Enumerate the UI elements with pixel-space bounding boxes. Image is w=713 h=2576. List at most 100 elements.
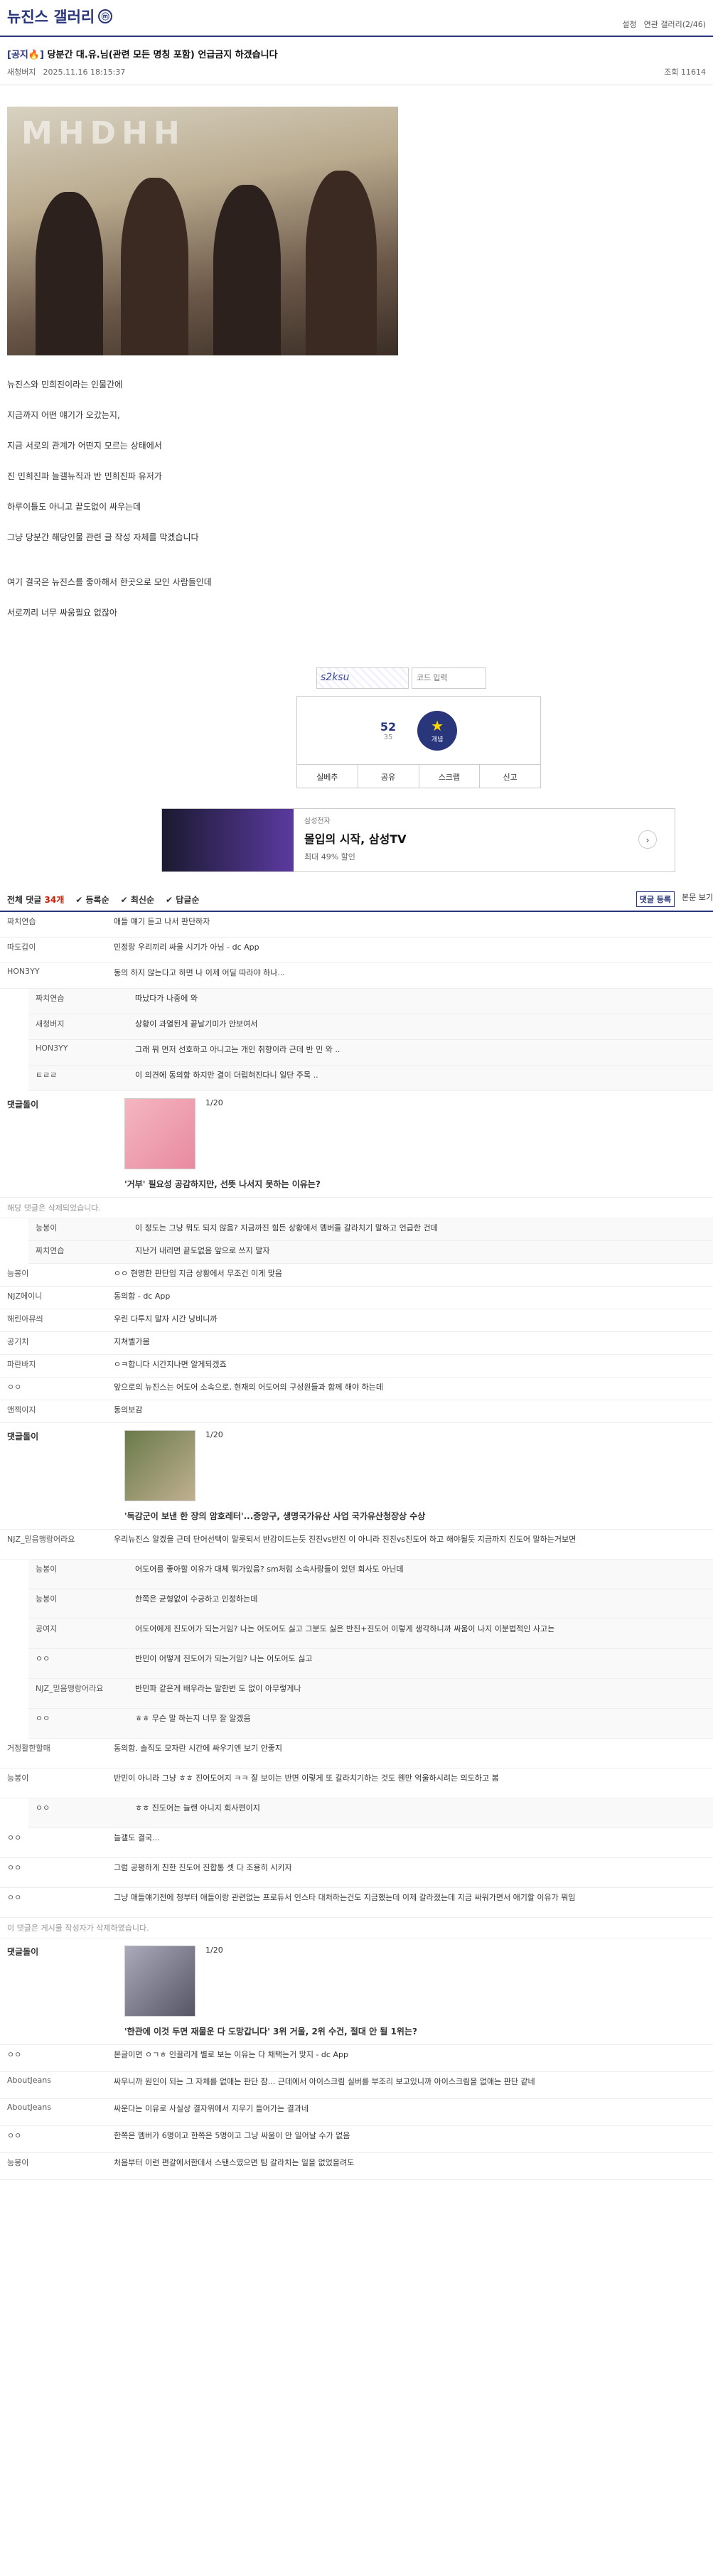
vote-box: 52 35 ★ 개념 실베추 공유 스크랩 신고 bbox=[296, 696, 541, 788]
comment-nick[interactable]: ㅇㅇ bbox=[0, 1862, 114, 1884]
comment-nick[interactable]: NJZ_믿음맹랑어라요 bbox=[0, 1533, 114, 1555]
post-body: 뉴진스와 민희진이라는 인물간에 지금까지 어떤 얘기가 오갔는지, 지금 서로의 … bbox=[7, 380, 212, 618]
comment-nick[interactable]: ㅇㅇ bbox=[28, 1712, 135, 1734]
view-body-link[interactable]: 본문 보기 bbox=[682, 891, 713, 907]
comment-text: 반민이 아니라 그냥 ㅎㅎ 진어도어지 ㅋㅋ 잘 보이는 반면 이렇게 또 갈라… bbox=[114, 1773, 499, 1783]
post-title: [공지🔥] 당분간 대.유.님(관련 모든 명칭 포함) 언급금지 하겠습니다 bbox=[7, 50, 278, 60]
comment-text: 상황이 과열된게 끝날기미가 안보여서 bbox=[135, 1019, 258, 1029]
comment-row: ㅇㅇ 한쪽은 멤버가 6명이고 한쪽은 5명이고 그냥 싸움이 안 일어날 수가 … bbox=[0, 2126, 713, 2153]
post-meta: 새청버지 2025.11.16 18:15:37 조회 11614 bbox=[0, 66, 713, 85]
comment-nick[interactable]: NJZ_믿음맹랑어라요 bbox=[28, 1683, 135, 1705]
comment-nick[interactable]: NJZ에이니 bbox=[0, 1290, 114, 1305]
comment-row: NJZ_믿음맹랑어라요 반민파 같은게 배우라는 말한번 도 없이 아무렇게나 bbox=[28, 1679, 713, 1709]
comment-text: 이 정도는 그냥 뭐도 되지 않음? 지금까진 힘든 상황에서 멤버들 갈라치기… bbox=[135, 1223, 438, 1233]
sort-reply[interactable]: ✔ 답글순 bbox=[166, 893, 199, 906]
comment-text: 애들 얘기 듣고 나서 판단하자 bbox=[114, 917, 210, 926]
deleted-note: 해당 댓글은 삭제되었습니다. bbox=[0, 1198, 713, 1218]
comment-text: 싸우니까 원인이 되는 그 자체를 없애는 판단 참... 근데에서 아이스크림… bbox=[114, 2077, 535, 2086]
comment-nick[interactable]: ㅇㅇ bbox=[0, 1381, 114, 1396]
comment-row: AboutJeans 싸운다는 이유로 사실상 결자위에서 지우기 들어가는 결과… bbox=[0, 2099, 713, 2126]
comment-nick[interactable]: 파란바지 bbox=[0, 1358, 114, 1373]
comment-text: 민정랑 우리끼리 싸울 시기가 아님 - dc App bbox=[114, 943, 259, 952]
ad-banner[interactable]: 삼성전자 몰입의 시작, 삼성TV 최대 49% 할인 › bbox=[161, 808, 675, 872]
gallery-title[interactable]: 뉴진스 갤러리 ⓜ bbox=[7, 6, 113, 27]
comment-row: ㅇㅇ 앞으로의 뉴진스는 어도어 소속으로, 현재의 어도어의 구성원들과 함께 … bbox=[0, 1378, 713, 1400]
comment-row: ㅇㅇ 그럼 공평하게 친한 진도어 진합통 셋 다 조용히 시키자 bbox=[0, 1858, 713, 1888]
comment-row: 거정활한할매 동의함. 솔직도 모자란 시간에 싸우기엔 보기 안좋지 bbox=[0, 1739, 713, 1769]
comment-row: 능봉이 이 정도는 그냥 뭐도 되지 않음? 지금까진 힘든 상황에서 멤버들 갈… bbox=[28, 1218, 713, 1241]
comment-nick[interactable]: 해린아뮤씌 bbox=[0, 1313, 114, 1328]
comment-nick[interactable]: 공여지 bbox=[28, 1623, 135, 1645]
comment-nick[interactable]: ㅇㅇ bbox=[0, 2130, 114, 2149]
comment-nick[interactable]: 능봉이 bbox=[0, 1772, 114, 1794]
comment-row: 능봉이 ㅇㅇ 현명한 판단임 지금 상황에서 무조건 이게 맞음 bbox=[0, 1264, 713, 1287]
comment-nick[interactable]: 공기치 bbox=[0, 1336, 114, 1351]
comment-nick[interactable]: 능봉이 bbox=[0, 2157, 114, 2176]
comment-nick[interactable]: 능봉이 bbox=[28, 1222, 135, 1237]
scrap-button[interactable]: 스크랩 bbox=[419, 765, 481, 788]
comment-nick[interactable]: ㅇㅇ bbox=[0, 2049, 114, 2068]
comment-text: ㅇㅇ 현명한 판단임 지금 상황에서 무조건 이게 맞음 bbox=[114, 1269, 282, 1278]
report-button[interactable]: 신고 bbox=[480, 765, 540, 788]
comment-row: 짜치연습 따났다가 나중에 와 bbox=[28, 989, 713, 1014]
post-views: 조회 11614 bbox=[664, 68, 706, 77]
dccon-block: 댓글돌이 1/20 '거부' 필요성 공감하지만, 선뜻 나서지 못하는 이유는? bbox=[0, 1091, 713, 1198]
captcha-input[interactable] bbox=[412, 667, 486, 689]
setting-link[interactable]: 설정 bbox=[622, 18, 636, 30]
comment-text: 어도어에게 진도어가 되는거임? 나는 어도어도 싫고 그분도 싫은 반진+진도… bbox=[135, 1624, 555, 1633]
comment-row: 파란바지 ㅇㅋ합니다 시간지나면 알게되겠죠 bbox=[0, 1355, 713, 1378]
comment-register-button[interactable]: 댓글 등록 bbox=[636, 891, 675, 907]
comment-text: 지난거 내리면 끝도없음 앞으로 쓰지 말자 bbox=[135, 1246, 270, 1255]
comment-nick[interactable]: 거정활한할매 bbox=[0, 1742, 114, 1764]
comment-nick[interactable]: 새청버지 bbox=[28, 1018, 135, 1036]
comment-text: 처음부터 이런 편갈에서한데서 스탠스였으면 팀 갈라치는 일을 없었을려도 bbox=[114, 2158, 355, 2167]
captcha-area: s2ksu bbox=[316, 667, 713, 689]
comment-row: 따도갑이 민정랑 우리끼리 싸울 시기가 아님 - dc App bbox=[0, 938, 713, 963]
comment-nick[interactable]: 능봉이 bbox=[28, 1593, 135, 1615]
sort-latest[interactable]: ✔ 최신순 bbox=[121, 893, 154, 906]
comment-nick[interactable]: 짜치연습 bbox=[28, 992, 135, 1010]
comment-nick[interactable]: 능봉이 bbox=[0, 1267, 114, 1282]
comment-nick[interactable]: ㅇㅇ bbox=[28, 1653, 135, 1675]
comment-nick[interactable]: ㅇㅇ bbox=[28, 1802, 135, 1824]
comment-nick[interactable]: AboutJeans bbox=[0, 2076, 114, 2095]
comment-row: 공여지 어도어에게 진도어가 되는거임? 나는 어도어도 싫고 그분도 싫은 반진… bbox=[28, 1619, 713, 1649]
comment-text: 한쪽은 균형없이 수긍하고 인정하는데 bbox=[135, 1594, 258, 1604]
post-writer[interactable]: 새청버지 bbox=[7, 68, 36, 77]
comment-row: 해린아뮤씌 우린 다투지 말자 시간 낭비니까 bbox=[0, 1309, 713, 1332]
comment-nick[interactable]: HON3YY bbox=[28, 1043, 135, 1061]
comment-nick[interactable]: ㅇㅇ bbox=[0, 1832, 114, 1854]
comment-row: 공기치 지쳐벨가봄 bbox=[0, 1332, 713, 1355]
comment-nick[interactable]: 짜치연습 bbox=[28, 1245, 135, 1260]
comment-text: 이 의견에 동의함 하지만 결이 더럽혀진다니 일단 주목 .. bbox=[135, 1070, 318, 1080]
comment-nick[interactable]: HON3YY bbox=[0, 967, 114, 984]
comment-nick[interactable]: 앤젝이지 bbox=[0, 1404, 114, 1419]
comment-text: 어도어를 좋아할 이유가 대체 뭐가있음? sm처럼 소속사랑들이 있던 회사도… bbox=[135, 1565, 404, 1574]
recommend-star-button[interactable]: ★ 개념 bbox=[417, 710, 458, 751]
comment-text: 본글이면 ㅇㄱㅎ 인끌리게 별로 보는 이유는 다 채택는거 맞지 - dc A… bbox=[114, 2050, 348, 2059]
captcha-image: s2ksu bbox=[316, 667, 409, 689]
comment-text: 싸운다는 이유로 사실상 결자위에서 지우기 들어가는 결과네 bbox=[114, 2104, 309, 2113]
related-gallery-dropdown[interactable]: 연관 갤러리(2/46) bbox=[644, 18, 706, 30]
chevron-right-icon[interactable]: › bbox=[638, 830, 657, 849]
comment-text: ㅎㅎ 무슨 말 하는지 너무 잘 알겠음 bbox=[135, 1714, 251, 1723]
ad-thumbnail bbox=[162, 809, 294, 871]
silbe-button[interactable]: 실베추 bbox=[297, 765, 358, 788]
comment-nick[interactable]: ㅌㄹㄹ bbox=[28, 1069, 135, 1087]
comment-nick[interactable]: ㅇㅇ bbox=[0, 1891, 114, 1914]
gallery-header: 뉴진스 갤러리 ⓜ 설정 연관 갤러리(2/46) bbox=[0, 0, 713, 37]
comment-row: 능봉이 처음부터 이런 편갈에서한데서 스탠스였으면 팀 갈라치는 일을 없었을려… bbox=[0, 2153, 713, 2180]
comment-nick[interactable]: 짜치연습 bbox=[0, 916, 114, 933]
comment-row: 능봉이 어도어를 좋아할 이유가 대체 뭐가있음? sm처럼 소속사랑들이 있던 … bbox=[28, 1560, 713, 1589]
comment-nick[interactable]: AboutJeans bbox=[0, 2103, 114, 2122]
post-photo: MHDHH bbox=[7, 107, 398, 355]
comment-text: 우리뉴진스 알겠을 근데 단어선택이 말룻되서 반감이드는듯 진진vs반진 이 … bbox=[114, 1535, 577, 1544]
comment-text: 우린 다투지 말자 시간 낭비니까 bbox=[114, 1314, 218, 1324]
comment-nick[interactable]: 따도갑이 bbox=[0, 941, 114, 959]
comment-text: 한쪽은 멤버가 6명이고 한쪽은 5명이고 그냥 싸움이 안 일어날 수가 없음 bbox=[114, 2131, 350, 2140]
comment-text: 그래 뭐 먼저 선호하고 아니고는 개인 취향이라 근데 반 민 와 .. bbox=[135, 1045, 341, 1054]
share-button[interactable]: 공유 bbox=[358, 765, 419, 788]
comment-bar: 전체 댓글 34개 ✔ 등록순 ✔ 최신순 ✔ 답글순 댓글 등록 본문 보기 bbox=[0, 888, 713, 912]
comment-nick[interactable]: 능봉이 bbox=[28, 1563, 135, 1585]
sort-registered[interactable]: ✔ 등록순 bbox=[75, 893, 109, 906]
